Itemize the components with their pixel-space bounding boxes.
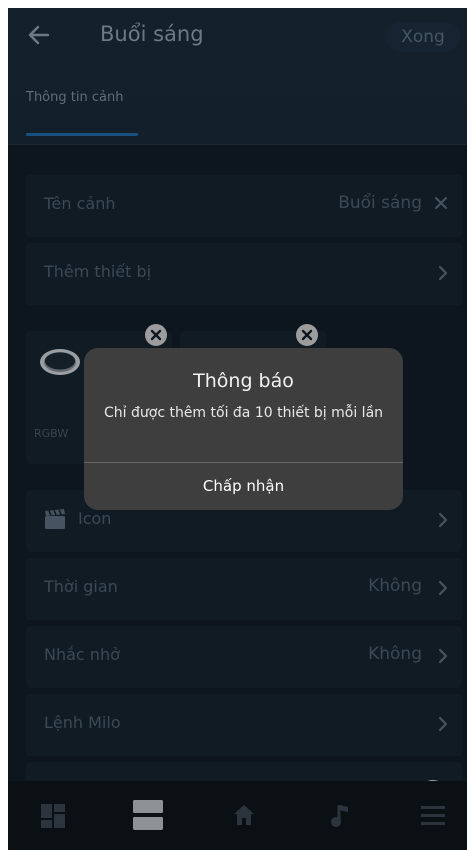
alert-dialog: Thông báo Chỉ được thêm tối đa 10 thiết … [84,348,403,510]
accept-button[interactable]: Chấp nhận [84,463,403,510]
dialog-message: Chỉ được thêm tối đa 10 thiết bị mỗi lần [104,405,384,421]
app-screen: Buổi sáng Xong Thông tin cảnh Tên cảnh B… [8,8,467,850]
dialog-title: Thông báo [193,370,294,392]
